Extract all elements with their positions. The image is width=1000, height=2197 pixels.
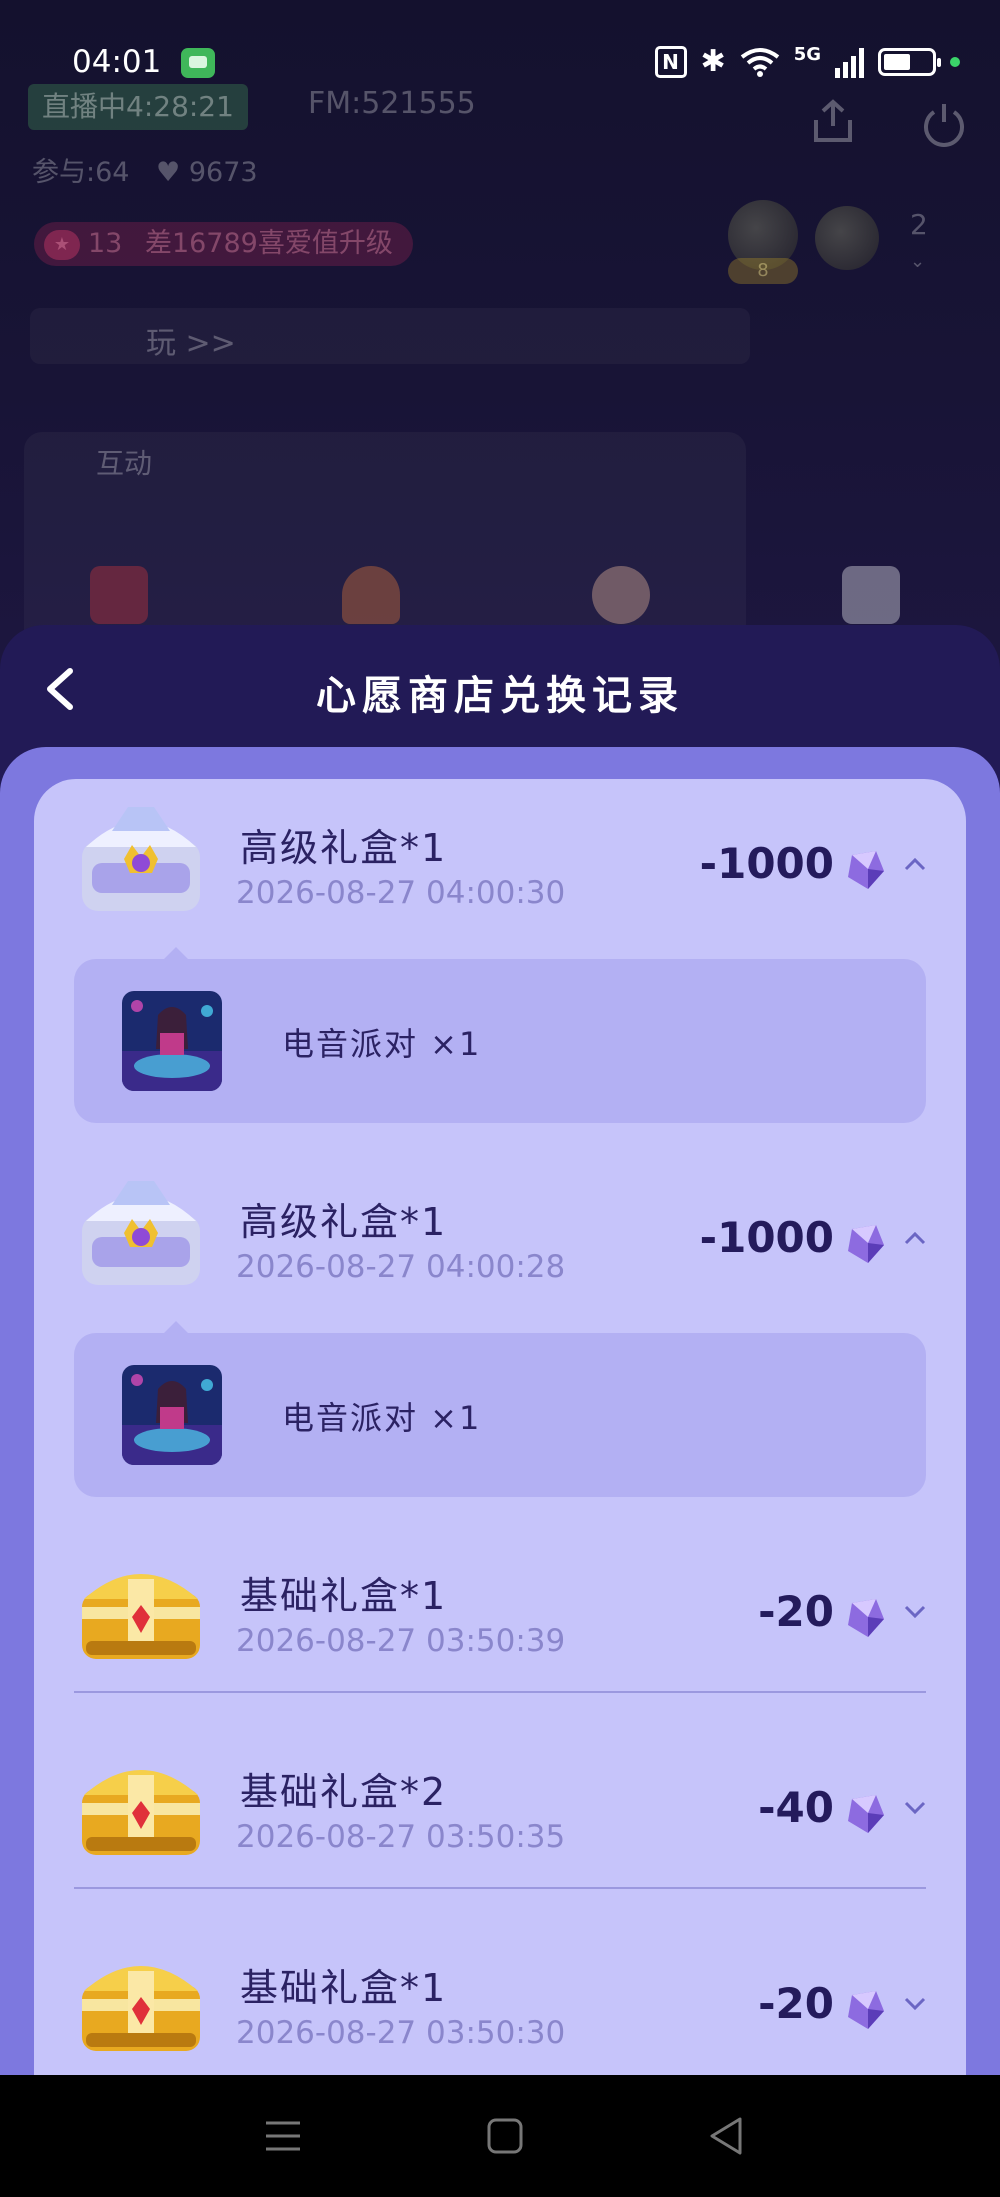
play-entry[interactable]: 玩 >> (30, 308, 750, 364)
like-count: 9673 (188, 157, 258, 188)
chevron-down-icon[interactable] (904, 1605, 926, 1619)
record-amount: -20 (758, 1587, 834, 1636)
dice-icon[interactable] (842, 566, 900, 624)
red-envelope-icon[interactable] (90, 566, 148, 624)
chevron-down-icon[interactable] (904, 1801, 926, 1815)
level-hint: 差16789喜爱值升级 (144, 228, 393, 259)
online-count-value: 2 (910, 208, 928, 241)
live-room-background: 04:01 N ✱ 5G 直播中4:28:21 FM:521555 参与:64 … (0, 0, 1000, 700)
page-title: 心愿商店兑换记录 (316, 673, 684, 719)
basic-gift-box-icon (82, 1574, 200, 1659)
record-time: 2026-08-27 04:00:30 (236, 875, 566, 911)
siren-icon[interactable] (342, 566, 400, 624)
chevron-down-icon[interactable] (904, 1997, 926, 2011)
avatar-badge: 8 (728, 258, 798, 284)
back-triangle-icon[interactable] (702, 2111, 752, 2161)
avatar[interactable] (815, 206, 879, 270)
premium-gift-box-icon (82, 1181, 200, 1285)
record-time: 2026-08-27 03:50:39 (236, 1623, 566, 1659)
record-amount: -20 (758, 1979, 834, 2028)
status-time: 04:01 (72, 44, 162, 80)
level-number: 13 (88, 228, 123, 259)
list-item[interactable]: 基础礼盒*2 2026-08-27 03:50:35 -40 (34, 1731, 966, 1871)
list-item[interactable]: 基础礼盒*1 2026-08-27 03:50:39 -20 (34, 1535, 966, 1675)
basic-gift-box-icon (82, 1770, 200, 1855)
power-icon[interactable] (920, 100, 968, 148)
divider (74, 1691, 926, 1693)
bluetooth-icon: ✱ (700, 44, 726, 79)
record-detail: 电音派对 ×1 (74, 947, 926, 1123)
gem-icon (848, 1599, 884, 1637)
menu-icon[interactable] (258, 2111, 308, 2161)
battery-icon (878, 47, 941, 76)
signal-icon (835, 46, 864, 78)
dj-party-gift-image (122, 1365, 222, 1465)
record-detail: 电音派对 ×1 (74, 1321, 926, 1497)
share-icon[interactable] (810, 98, 856, 144)
record-name: 高级礼盒*1 (240, 1200, 448, 1244)
home-icon[interactable] (480, 2111, 530, 2161)
nfc-icon: N (654, 45, 687, 78)
chevron-up-icon[interactable] (904, 857, 926, 871)
wifi-icon (740, 47, 779, 77)
victory-hand-icon[interactable] (592, 566, 650, 624)
dj-party-gift-image (122, 991, 222, 1091)
gem-icon (848, 1225, 884, 1263)
system-nav-bar (0, 2075, 1000, 2197)
network-type: 5G (793, 44, 821, 65)
charging-dot (950, 56, 960, 67)
list-item[interactable]: 高级礼盒*1 2026-08-27 04:00:28 -1000 (34, 1161, 966, 1301)
chevron-down-icon: ⌄ (910, 251, 926, 272)
record-amount: -1000 (699, 1213, 834, 1262)
heart-icon: ♥ (156, 157, 181, 188)
interact-title: 互动 (96, 447, 153, 480)
record-time: 2026-08-27 03:50:35 (236, 1819, 566, 1855)
play-label: 玩 >> (146, 326, 236, 361)
detail-item: 电音派对 ×1 (282, 1025, 482, 1063)
level-progress-pill[interactable]: ★ 13 差16789喜爱值升级 (34, 222, 413, 266)
exchange-record-sheet: 心愿商店兑换记录 高级礼盒*1 2026-08-27 04:00:30 -100… (0, 625, 1000, 2075)
record-time: 2026-08-27 04:00:28 (236, 1249, 566, 1285)
sheet-header: 心愿商店兑换记录 (0, 625, 1000, 750)
status-bar: 04:01 N ✱ 5G (0, 40, 1000, 90)
star-icon: ★ (44, 229, 80, 260)
online-count[interactable]: 2 ⌄ (910, 208, 928, 274)
record-time: 2026-08-27 03:50:30 (236, 2015, 566, 2051)
basic-gift-box-icon (82, 1966, 200, 2051)
record-amount: -40 (758, 1783, 834, 1832)
room-stats: 参与:64 ♥ 9673 (32, 150, 258, 189)
live-status-badge: 直播中4:28:21 (28, 84, 248, 130)
message-notification-icon (181, 48, 215, 78)
detail-item: 电音派对 ×1 (282, 1399, 482, 1437)
record-name: 基础礼盒*2 (240, 1770, 448, 1814)
chevron-up-icon[interactable] (904, 1231, 926, 1245)
premium-gift-box-icon (82, 807, 200, 911)
record-name: 基础礼盒*1 (240, 1574, 448, 1618)
list-item[interactable]: 基础礼盒*1 2026-08-27 03:50:30 -20 (34, 1927, 966, 2067)
record-list: 高级礼盒*1 2026-08-27 04:00:30 -1000 电音派对 ×1… (34, 779, 966, 2075)
participant-count: 参与:64 (32, 157, 130, 188)
record-name: 高级礼盒*1 (240, 826, 448, 870)
sheet-body: 高级礼盒*1 2026-08-27 04:00:30 -1000 电音派对 ×1… (0, 747, 1000, 2075)
gem-icon (848, 1795, 884, 1833)
divider (74, 1887, 926, 1889)
record-name: 基础礼盒*1 (240, 1966, 448, 2010)
list-item[interactable]: 高级礼盒*1 2026-08-27 04:00:30 -1000 (34, 787, 966, 927)
gem-icon (848, 851, 884, 889)
fm-id: FM:521555 (308, 86, 476, 121)
record-amount: -1000 (699, 839, 834, 888)
gem-icon (848, 1991, 884, 2029)
